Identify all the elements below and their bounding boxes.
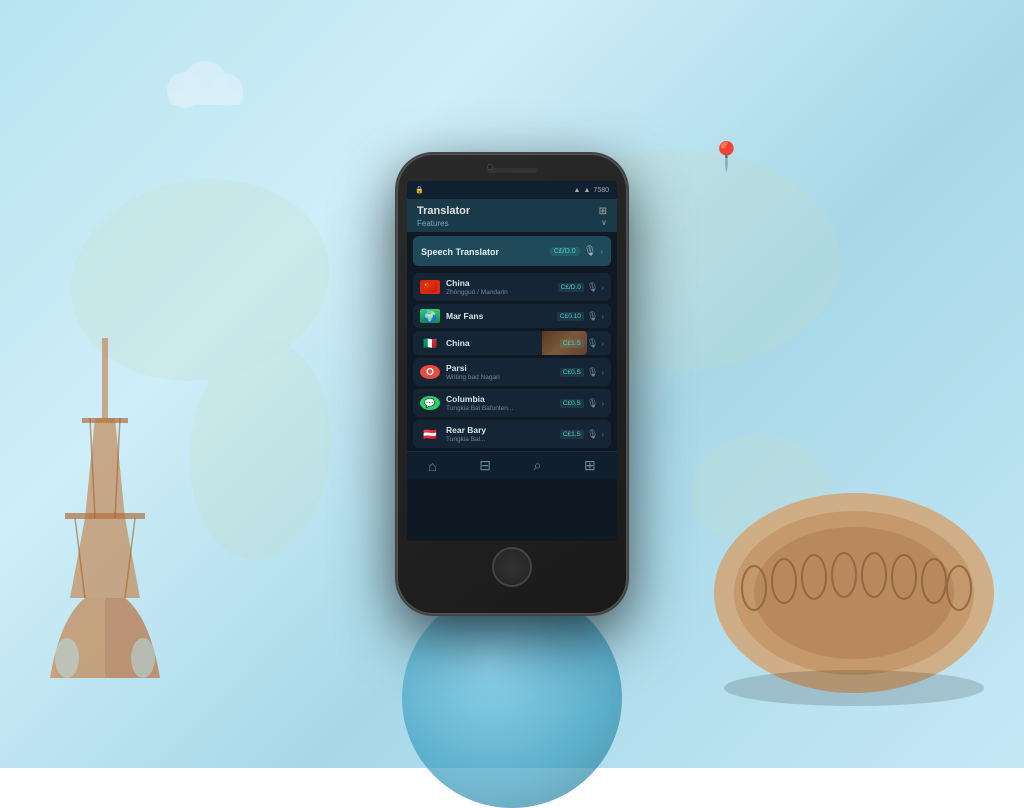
mic-icon: 🎙 xyxy=(584,246,597,257)
item-sub-china: Zhōngguó / Mandarin xyxy=(446,289,552,296)
item-badge-columbia: C£0.S xyxy=(560,399,584,408)
signal-icon: ▲ xyxy=(574,187,581,194)
mic-small-icon3: 🎙 xyxy=(587,338,598,349)
globe xyxy=(402,588,622,808)
app-subtitle: Features xyxy=(417,219,449,228)
item-badge-rearbary: C£1.S xyxy=(560,430,584,439)
camera-dot xyxy=(487,164,493,170)
featured-actions: C£/D.0 🎙 › xyxy=(550,246,603,257)
mic-small-icon5: 🎙 xyxy=(587,398,598,409)
item-right-rearbary: C£1.S 🎙 › xyxy=(560,429,604,440)
item-name-china2: China xyxy=(446,338,554,348)
speaker xyxy=(487,168,537,173)
item-sub-parsi: Writing bad Nagari xyxy=(446,374,554,381)
flag-austria: 🇦🇹 xyxy=(420,427,440,441)
status-bar: 🔒 ▲ ▲ 7580 xyxy=(407,181,617,199)
item-right-columbia: C£0.S 🎙 › xyxy=(560,398,604,409)
wifi-icon: ▲ xyxy=(583,187,590,194)
item-badge-marfans: C£0.10 xyxy=(557,312,584,321)
item-info-parsi: Parsi Writing bad Nagari xyxy=(446,363,554,381)
cloud xyxy=(160,55,250,110)
mic-small-icon4: 🎙 xyxy=(587,367,598,378)
arrow-icon3: › xyxy=(601,339,604,348)
phone: 🔒 ▲ ▲ 7580 Translator ⊞ Features ∨ xyxy=(397,154,627,614)
mic-small-icon: 🎙 xyxy=(587,282,598,293)
item-right-marfans: C£0.10 🎙 › xyxy=(557,311,604,322)
item-name-marfans: Mar Fans xyxy=(446,311,551,321)
item-info-columbia: Columbia Tungkia Bal Bafunten... xyxy=(446,394,554,412)
featured-label: Speech Translator xyxy=(421,247,499,257)
flag-italy: 🇮🇹 xyxy=(420,336,440,350)
item-right-parsi: C£0.S 🎙 › xyxy=(560,367,604,378)
map-pin-icon: 📍 xyxy=(709,140,744,173)
phone-outer: 🔒 ▲ ▲ 7580 Translator ⊞ Features ∨ xyxy=(397,154,627,614)
arrow-icon2: › xyxy=(601,312,604,321)
phone-screen: 🔒 ▲ ▲ 7580 Translator ⊞ Features ∨ xyxy=(407,181,617,541)
nav-home[interactable]: ⌂ xyxy=(428,458,436,474)
item-info-china2: China xyxy=(446,338,554,348)
status-right: ▲ ▲ 7580 xyxy=(574,187,609,194)
flag-marfans: 🌍 xyxy=(420,309,440,323)
home-button[interactable] xyxy=(492,547,532,587)
item-name-china: China xyxy=(446,278,552,288)
mic-small-icon2: 🎙 xyxy=(587,311,598,322)
mic-small-icon6: 🎙 xyxy=(587,429,598,440)
list-item[interactable]: 🇨🇳 China Zhōngguó / Mandarin C£/D.0 🎙 › xyxy=(413,273,611,301)
nav-search[interactable]: ⌕ xyxy=(534,457,542,474)
item-right-china: C£/D.0 🎙 › xyxy=(558,282,604,293)
list-item[interactable]: 🌍 Mar Fans C£0.10 🎙 › xyxy=(413,304,611,328)
item-badge-parsi: C£0.S xyxy=(560,368,584,377)
bottom-nav: ⌂ ⊟ ⌕ ⊞ xyxy=(407,451,617,479)
flag-columbia: 💬 xyxy=(420,396,440,410)
list-item[interactable]: 🇮🇹 China C£1.S 🎙 › xyxy=(413,331,611,355)
item-sub-rearbary: Tungkia Bal... xyxy=(446,436,554,443)
eiffel-tower xyxy=(30,318,180,698)
flag-china: 🇨🇳 xyxy=(420,280,440,294)
featured-label-group: Speech Translator xyxy=(421,242,499,260)
item-name-rearbary: Rear Bary xyxy=(446,425,554,435)
featured-item[interactable]: Speech Translator C£/D.0 🎙 › xyxy=(413,236,611,266)
app-title: Translator xyxy=(417,205,470,217)
list-item[interactable]: 💬 Columbia Tungkia Bal Bafunten... C£0.S… xyxy=(413,389,611,417)
app-title-row: Translator ⊞ xyxy=(417,205,607,217)
item-name-parsi: Parsi xyxy=(446,363,554,373)
list-item[interactable]: 🇦🇹 Rear Bary Tungkia Bal... C£1.S 🎙 › xyxy=(413,420,611,448)
chevron-down-icon[interactable]: ∨ xyxy=(601,218,607,227)
nav-grid[interactable]: ⊞ xyxy=(584,457,596,474)
item-info-rearbary: Rear Bary Tungkia Bal... xyxy=(446,425,554,443)
item-name-columbia: Columbia xyxy=(446,394,554,404)
item-right-china2: C£1.S 🎙 › xyxy=(560,338,604,349)
list-container: 🇨🇳 China Zhōngguó / Mandarin C£/D.0 🎙 › … xyxy=(407,270,617,451)
arrow-icon5: › xyxy=(601,399,604,408)
featured-badge: C£/D.0 xyxy=(550,247,580,256)
status-left: 🔒 xyxy=(415,186,424,194)
item-info-marfans: Mar Fans xyxy=(446,311,551,321)
flag-parsi: O xyxy=(420,365,440,379)
item-info-china: China Zhōngguó / Mandarin xyxy=(446,278,552,296)
battery-icon: 7580 xyxy=(593,187,609,194)
item-sub-columbia: Tungkia Bal Bafunten... xyxy=(446,405,554,412)
arrow-icon6: › xyxy=(601,430,604,439)
nav-list[interactable]: ⊟ xyxy=(479,457,491,474)
arrow-icon: › xyxy=(601,283,604,292)
featured-arrow-icon: › xyxy=(600,247,603,256)
app-header: Translator ⊞ Features ∨ xyxy=(407,199,617,232)
arrow-icon4: › xyxy=(601,368,604,377)
item-badge-china: C£/D.0 xyxy=(558,283,584,292)
colosseum xyxy=(704,453,1004,713)
app-header-icon: ⊞ xyxy=(599,206,607,217)
list-item[interactable]: O Parsi Writing bad Nagari C£0.S 🎙 › xyxy=(413,358,611,386)
item-badge-china2: C£1.S xyxy=(560,339,584,348)
